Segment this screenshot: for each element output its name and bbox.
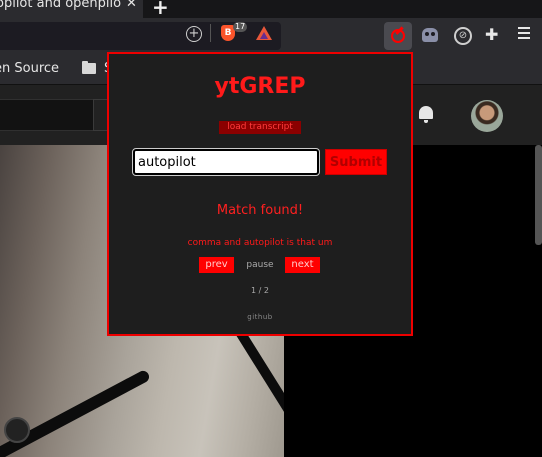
browser-toolbar: + B 17 ⊘ ✚ [0, 18, 542, 54]
tab-title: opilot and openpilo [0, 0, 122, 11]
new-tab-button[interactable]: + [152, 0, 169, 19]
notifications-bell-icon[interactable] [419, 106, 433, 123]
tab-close-icon[interactable]: ✕ [126, 0, 137, 10]
brave-shields-count: 17 [233, 22, 248, 32]
prev-button[interactable]: prev [199, 257, 234, 273]
mic-arm-shape [0, 368, 152, 457]
hamburger-menu-icon[interactable] [518, 27, 530, 42]
youtube-search-input[interactable] [0, 99, 96, 131]
next-button[interactable]: next [285, 257, 320, 273]
match-context: comma and autopilot is that um [187, 238, 333, 248]
extension-owl-icon[interactable] [422, 28, 438, 42]
tab-strip: opilot and openpilo ✕ + [0, 0, 542, 19]
extension-blocker-icon[interactable]: ⊘ [454, 27, 472, 45]
github-link[interactable]: github [109, 313, 411, 321]
submit-button[interactable]: Submit [325, 149, 387, 175]
browser-tab[interactable]: opilot and openpilo ✕ [0, 0, 143, 18]
add-page-icon[interactable]: + [186, 26, 202, 42]
search-input[interactable] [132, 148, 320, 176]
avatar[interactable] [471, 100, 503, 132]
match-status: Match found! [216, 203, 304, 218]
mic-arm-knob [4, 417, 30, 443]
folder-icon [82, 61, 96, 74]
popup-title: ytGREP [214, 74, 306, 99]
page-scrollbar[interactable] [535, 145, 542, 245]
bookmark-open-source[interactable]: en Source [0, 61, 59, 76]
brave-rewards-icon-inner [260, 32, 268, 39]
ytgrep-popup: ytGREP load transcript Submit Match foun… [107, 52, 413, 336]
toolbar-separator [210, 24, 211, 42]
load-transcript-button[interactable]: load transcript [219, 121, 301, 134]
pause-button[interactable]: pause [243, 257, 277, 273]
ytgrep-extension-icon [391, 29, 405, 43]
extensions-puzzle-icon[interactable]: ✚ [485, 25, 498, 44]
match-counter: 1 / 2 [251, 286, 269, 295]
